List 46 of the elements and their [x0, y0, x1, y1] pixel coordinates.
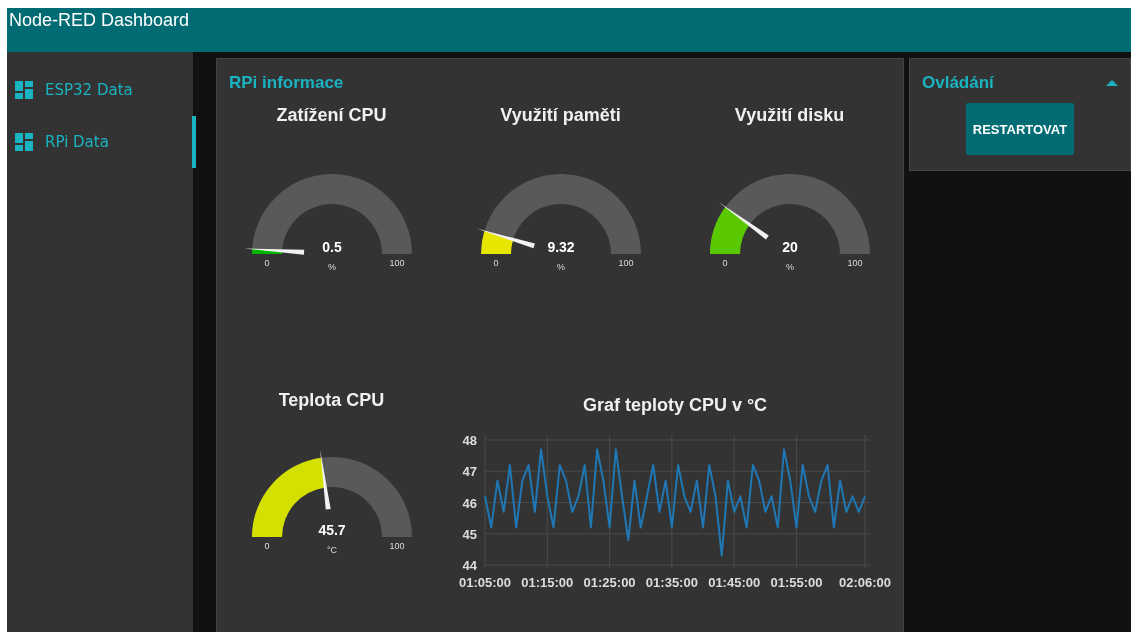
gauge-title: Teplota CPU [278, 390, 385, 411]
collapse-caret-icon[interactable] [1106, 79, 1118, 87]
y-tick-label: 45 [462, 526, 477, 542]
gauge-max: 100 [618, 258, 633, 268]
gauge-value: 9.32 [546, 239, 575, 255]
gauge-needle [718, 202, 769, 240]
group-title: RPi informace [229, 73, 345, 93]
x-tick-label: 02:06:00 [839, 575, 891, 590]
sidebar-item[interactable]: RPi Data [7, 116, 196, 168]
gauge-value: 0.5 [321, 239, 342, 255]
sidebar-item[interactable]: ESP32 Data [7, 64, 196, 116]
chart-title: Graf teploty CPU v °C [582, 395, 768, 416]
group-title: Ovládání [922, 73, 994, 93]
gauge-max: 100 [847, 258, 862, 268]
gauge-unit: % [327, 262, 336, 272]
restart-button[interactable]: RESTARTOVAT [966, 103, 1074, 155]
gauge-min: 0 [264, 541, 269, 551]
gauge-value: 20 [781, 239, 798, 255]
y-tick-label: 44 [462, 558, 477, 573]
dashboard-icon [15, 133, 33, 151]
gauge-needle [319, 449, 331, 510]
gauge-max: 100 [389, 541, 404, 551]
gauge-needle [476, 228, 535, 249]
gauge-max: 100 [389, 258, 404, 268]
x-tick-label: 01:35:00 [645, 575, 698, 590]
gauge-unit: % [556, 262, 565, 272]
gauge-unit: °C [326, 545, 337, 555]
gauge-min: 0 [264, 258, 269, 268]
y-tick-label: 46 [462, 495, 477, 511]
gauge-title: Využití paměti [500, 105, 621, 126]
gauge-min: 0 [493, 258, 498, 268]
dashboard-title: Node-RED Dashboard [9, 10, 190, 31]
x-tick-label: 01:45:00 [708, 575, 761, 590]
dashboard-icon [15, 81, 33, 99]
y-tick-label: 48 [462, 433, 477, 448]
gauge-min: 0 [722, 258, 727, 268]
x-tick-label: 01:55:00 [770, 575, 823, 590]
x-tick-label: 01:15:00 [521, 575, 574, 590]
y-tick-label: 47 [462, 464, 477, 480]
gauge-title: Využití disku [734, 105, 845, 126]
gauge-unit: % [785, 262, 794, 272]
gauge-value: 45.7 [317, 522, 346, 538]
x-tick-label: 01:05:00 [459, 575, 511, 590]
gauge-title: Zatížení CPU [276, 105, 387, 126]
x-tick-label: 01:25:00 [583, 575, 636, 590]
gauge-needle [243, 248, 304, 255]
